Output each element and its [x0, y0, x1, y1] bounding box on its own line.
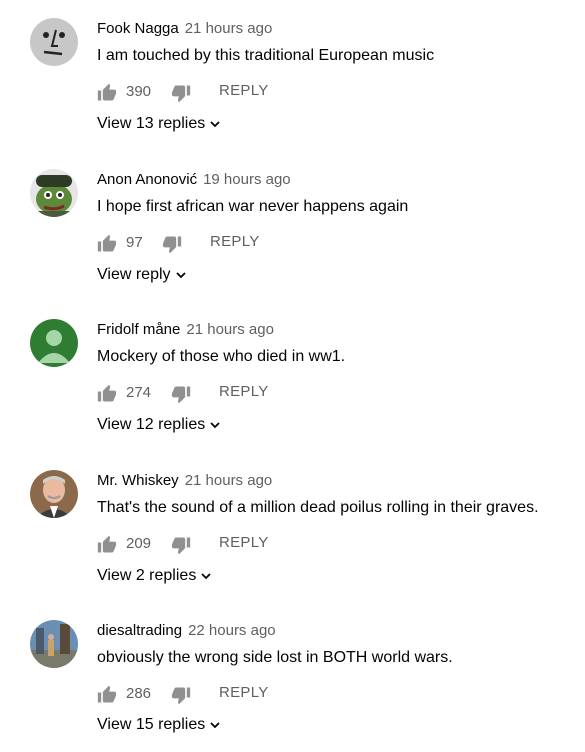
- author-line: Anon Anonović 19 hours ago: [97, 171, 291, 189]
- comment-time[interactable]: 21 hours ago: [185, 20, 273, 37]
- like-count: 97: [126, 234, 143, 251]
- comment-time[interactable]: 21 hours ago: [186, 321, 274, 338]
- thumbs-up-icon[interactable]: [97, 234, 117, 254]
- thumbs-down-icon[interactable]: [171, 384, 191, 404]
- thumbs-up-icon[interactable]: [97, 384, 117, 404]
- thumbs-up-icon[interactable]: [97, 83, 117, 103]
- comment-text: obviously the wrong side lost in BOTH wo…: [97, 649, 453, 666]
- comment-thread: Fook Nagga 21 hours ago I am touched by t…: [0, 0, 585, 150]
- comment-thread: diesaltrading 22 hours ago obviously the …: [0, 602, 585, 752]
- comment-text: That's the sound of a million dead poilu…: [97, 499, 539, 516]
- author-line: Fook Nagga 21 hours ago: [97, 20, 272, 38]
- view-replies-label: View 15 replies: [97, 716, 206, 733]
- reply-button[interactable]: REPLY: [219, 82, 269, 99]
- view-replies-label: View 12 replies: [97, 416, 206, 433]
- thumbs-up-icon[interactable]: [97, 685, 117, 705]
- like-count: 286: [126, 685, 152, 702]
- comment-time[interactable]: 21 hours ago: [185, 472, 273, 489]
- thumbs-down-icon[interactable]: [162, 234, 182, 254]
- comment-text: Mockery of those who died in ww1.: [97, 348, 346, 365]
- chevron-down-icon: [210, 121, 220, 128]
- author-name[interactable]: diesaltrading: [97, 622, 182, 639]
- view-replies-label: View 2 replies: [97, 567, 197, 584]
- like-count: 209: [126, 535, 152, 552]
- view-replies-button[interactable]: View 2 replies: [97, 567, 212, 585]
- comment-actions: 209 REPLY: [97, 532, 397, 556]
- pepe-soldier-avatar[interactable]: [30, 169, 78, 217]
- comment-time[interactable]: 22 hours ago: [188, 622, 276, 639]
- comment-thread: Anon Anonović 19 hours ago I hope first a…: [0, 151, 585, 301]
- like-count: 274: [126, 384, 152, 401]
- default-user-avatar[interactable]: [30, 319, 78, 367]
- chevron-down-icon: [201, 573, 211, 580]
- view-replies-button[interactable]: View reply: [97, 266, 187, 284]
- reply-button[interactable]: REPLY: [219, 383, 269, 400]
- man-portrait-avatar[interactable]: [30, 470, 78, 518]
- chevron-down-icon: [175, 272, 186, 279]
- comment-thread: Mr. Whiskey 21 hours ago That's the sound…: [0, 452, 585, 602]
- author-line: Mr. Whiskey 21 hours ago: [97, 472, 272, 490]
- view-replies-button[interactable]: View 12 replies: [97, 416, 221, 434]
- thumbs-up-icon[interactable]: [97, 535, 117, 555]
- reply-button[interactable]: REPLY: [219, 684, 269, 701]
- comment-time[interactable]: 19 hours ago: [203, 171, 291, 188]
- author-name[interactable]: Anon Anonović: [97, 171, 197, 188]
- thumbs-down-icon[interactable]: [171, 535, 191, 555]
- comment-actions: 274 REPLY: [97, 381, 397, 405]
- comment-text: I hope first african war never happens a…: [97, 198, 409, 215]
- comment-actions: 390 REPLY: [97, 80, 397, 104]
- comment-thread: Fridolf måne 21 hours ago Mockery of thos…: [0, 301, 585, 451]
- thumbs-down-icon[interactable]: [171, 83, 191, 103]
- reply-button[interactable]: REPLY: [219, 534, 269, 551]
- author-name[interactable]: Fook Nagga: [97, 20, 179, 37]
- chevron-down-icon: [210, 422, 220, 429]
- thumbs-down-icon[interactable]: [171, 685, 191, 705]
- view-replies-label: View reply: [97, 266, 171, 283]
- like-count: 390: [126, 83, 152, 100]
- troll-face-avatar[interactable]: [30, 18, 78, 66]
- author-name[interactable]: Fridolf måne: [97, 321, 180, 338]
- author-name[interactable]: Mr. Whiskey: [97, 472, 179, 489]
- reply-button[interactable]: REPLY: [210, 233, 260, 250]
- chevron-down-icon: [210, 722, 220, 729]
- author-line: diesaltrading 22 hours ago: [97, 622, 276, 640]
- view-replies-button[interactable]: View 15 replies: [97, 716, 221, 734]
- comment-text: I am touched by this traditional Europea…: [97, 47, 435, 64]
- comment-actions: 97 REPLY: [97, 231, 397, 255]
- view-replies-label: View 13 replies: [97, 115, 206, 132]
- comment-actions: 286 REPLY: [97, 682, 397, 706]
- author-line: Fridolf måne 21 hours ago: [97, 321, 274, 339]
- street-photo-avatar[interactable]: [30, 620, 78, 668]
- view-replies-button[interactable]: View 13 replies: [97, 115, 221, 133]
